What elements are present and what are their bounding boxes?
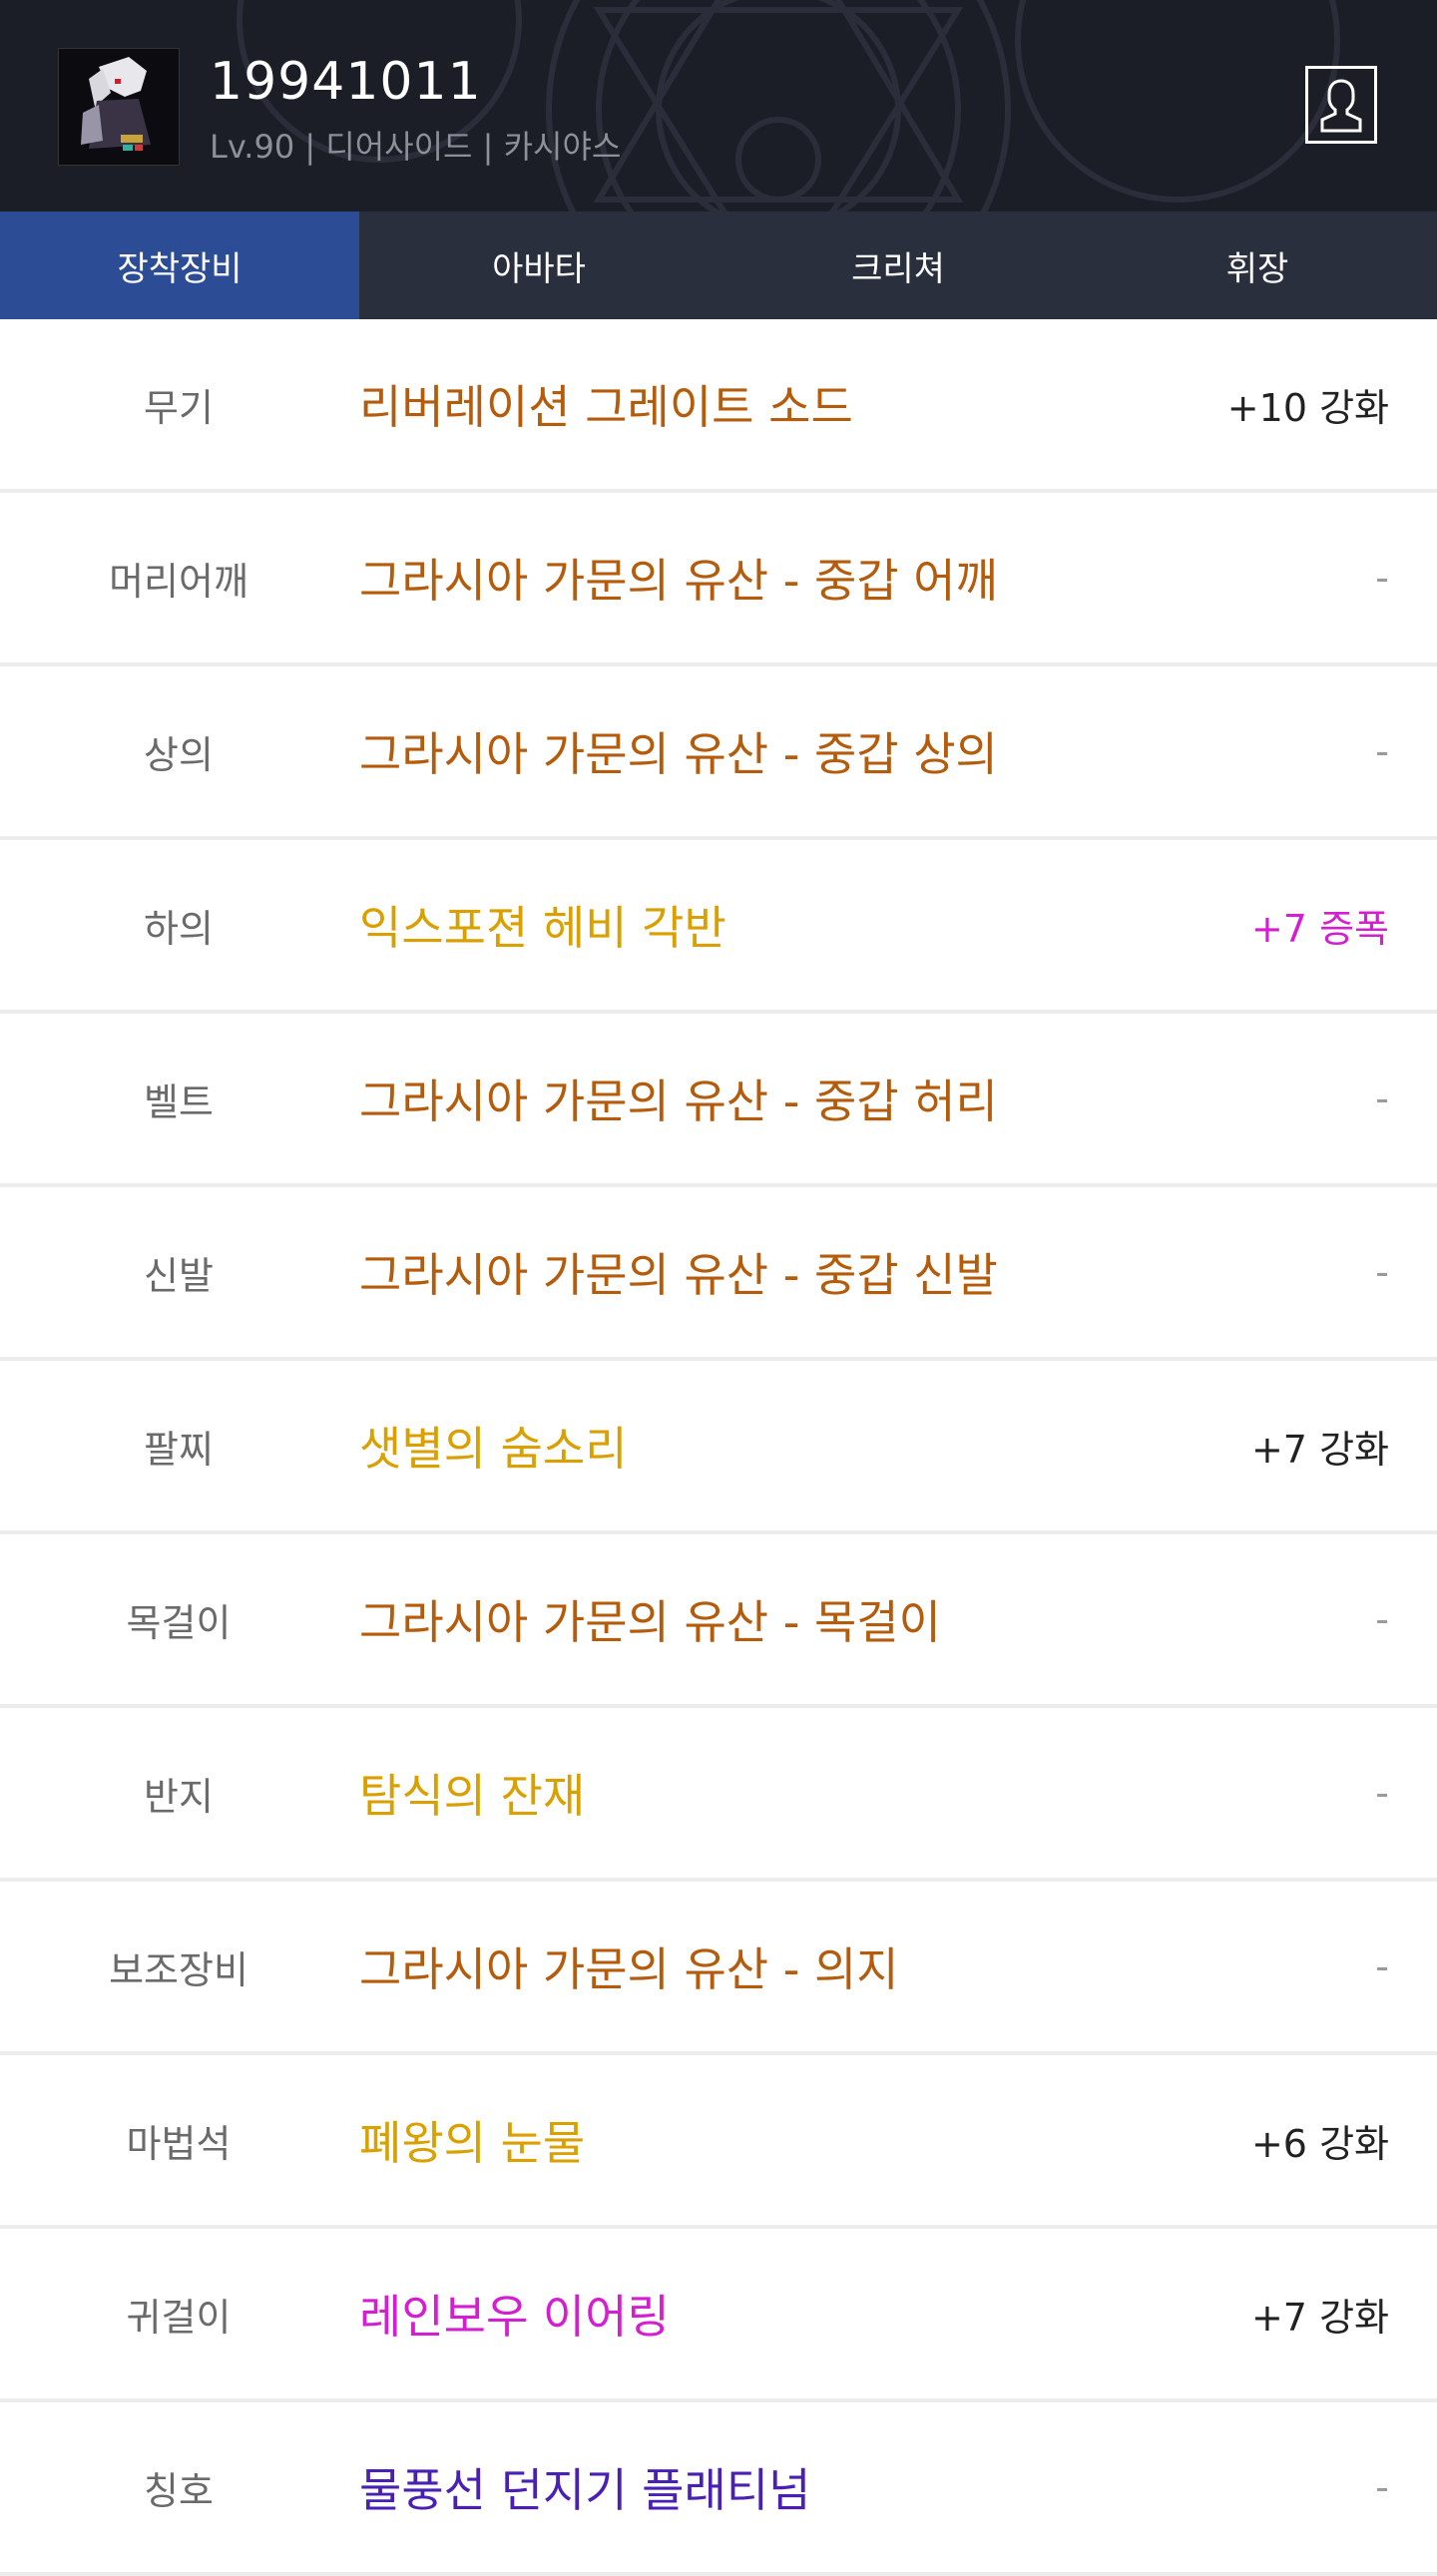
tab-insignia[interactable]: 휘장 [1078,212,1437,319]
equipment-enhancement: +7 증폭 [1250,906,1389,951]
equipment-slot-label: 귀걸이 [126,2295,232,2340]
equipment-row[interactable]: 신발 그라시아 가문의 유산 - 중갑 신발 - [0,1187,1437,1361]
equipment-item-name[interactable]: 그라시아 가문의 유산 - 중갑 어깨 [359,493,998,662]
equipment-enhancement: +7 강화 [1250,1427,1389,1472]
equipment-item-name[interactable]: 그라시아 가문의 유산 - 중갑 신발 [359,1187,998,1357]
equipment-slot-label: 신발 [144,1253,214,1298]
equipment-item-name[interactable]: 그라시아 가문의 유산 - 목걸이 [359,1534,941,1704]
tab-bar: 장착장비 아바타 크리쳐 휘장 [0,212,1437,319]
equipment-item-name[interactable]: 샛별의 숨소리 [359,1361,628,1530]
character-header: 19941011 Lv.90 | 디어사이드 | 카시야스 [0,0,1437,212]
equipment-enhancement: - [1375,1076,1389,1120]
equipment-item-name[interactable]: 물풍선 던지기 플래티넘 [359,2402,810,2572]
equipment-slot-label: 마법석 [126,2121,232,2166]
equipment-enhancement: - [1375,1597,1389,1641]
equipment-item-name[interactable]: 탐식의 잔재 [359,1708,585,1878]
equipment-list: 무기 리버레이션 그레이트 소드 +10 강화 머리어깨 그라시아 가문의 유산 - 중… [0,319,1437,2576]
equipment-enhancement: - [1375,2465,1389,2509]
equipment-row[interactable]: 귀걸이 레인보우 이어링 +7 강화 [0,2229,1437,2402]
equipment-slot-label: 머리어깨 [109,559,248,604]
tab-avatar[interactable]: 아바타 [359,212,718,319]
profile-button[interactable] [1305,66,1377,144]
equipment-enhancement: - [1375,729,1389,773]
equipment-slot-label: 상의 [144,732,214,777]
equipment-enhancement: - [1375,1771,1389,1815]
equipment-slot-label: 보조장비 [109,1947,248,1992]
equipment-slot-label: 반지 [144,1774,214,1819]
tab-equipment[interactable]: 장착장비 [0,212,359,319]
character-subinfo: Lv.90 | 디어사이드 | 카시야스 [210,128,622,166]
equipment-row[interactable]: 벨트 그라시아 가문의 유산 - 중갑 허리 - [0,1014,1437,1187]
equipment-item-name[interactable]: 그라시아 가문의 유산 - 중갑 허리 [359,1014,998,1183]
equipment-row[interactable]: 반지 탐식의 잔재 - [0,1708,1437,1882]
equipment-row[interactable]: 칭호 물풍선 던지기 플래티넘 - [0,2402,1437,2576]
equipment-enhancement: - [1375,1250,1389,1294]
equipment-row[interactable]: 목걸이 그라시아 가문의 유산 - 목걸이 - [0,1534,1437,1708]
equipment-item-name[interactable]: 그라시아 가문의 유산 - 의지 [359,1882,899,2051]
equipment-slot-label: 무기 [144,385,214,430]
equipment-item-name[interactable]: 레인보우 이어링 [359,2229,670,2398]
equipment-item-name[interactable]: 익스포젼 헤비 각반 [359,840,726,1010]
equipment-row[interactable]: 보조장비 그라시아 가문의 유산 - 의지 - [0,1882,1437,2055]
equipment-enhancement: +10 강화 [1226,385,1389,430]
equipment-slot-label: 벨트 [144,1079,214,1124]
equipment-row[interactable]: 하의 익스포젼 헤비 각반 +7 증폭 [0,840,1437,1014]
person-icon [1320,79,1362,133]
equipment-slot-label: 목걸이 [126,1600,232,1645]
equipment-row[interactable]: 마법석 폐왕의 눈물 +6 강화 [0,2055,1437,2229]
character-name: 19941011 [210,52,482,112]
equipment-item-name[interactable]: 리버레이션 그레이트 소드 [359,319,853,489]
equipment-item-name[interactable]: 그라시아 가문의 유산 - 중갑 상의 [359,666,998,836]
equipment-enhancement: +7 강화 [1250,2295,1389,2340]
equipment-enhancement: - [1375,556,1389,600]
equipment-row[interactable]: 무기 리버레이션 그레이트 소드 +10 강화 [0,319,1437,493]
equipment-enhancement: - [1375,1944,1389,1988]
equipment-row[interactable]: 상의 그라시아 가문의 유산 - 중갑 상의 - [0,666,1437,840]
equipment-slot-label: 팔찌 [144,1427,214,1472]
character-avatar [58,48,180,166]
equipment-row[interactable]: 머리어깨 그라시아 가문의 유산 - 중갑 어깨 - [0,493,1437,666]
equipment-enhancement: +6 강화 [1250,2121,1389,2166]
equipment-slot-label: 하의 [144,906,214,951]
equipment-row[interactable]: 팔찌 샛별의 숨소리 +7 강화 [0,1361,1437,1534]
tab-creature[interactable]: 크리쳐 [718,212,1078,319]
equipment-item-name[interactable]: 폐왕의 눈물 [359,2055,585,2225]
equipment-slot-label: 칭호 [144,2468,214,2513]
